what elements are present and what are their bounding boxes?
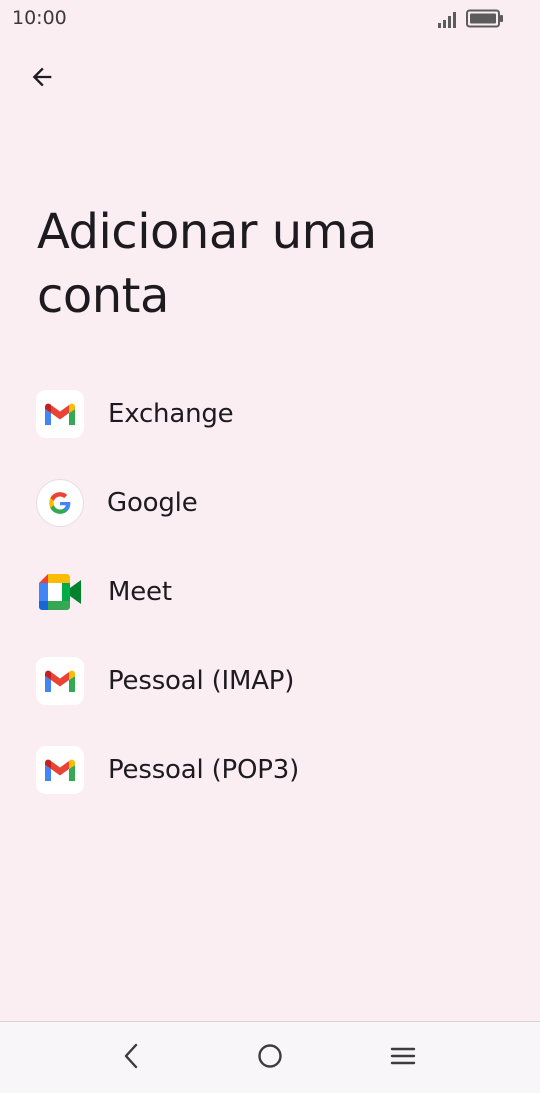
arrow-back-icon [28, 63, 56, 96]
battery-icon [466, 9, 504, 34]
account-item-label: Google [107, 487, 198, 518]
gmail-icon [36, 656, 84, 705]
signal-icon [437, 10, 459, 33]
gmail-icon [36, 745, 84, 794]
status-time: 10:00 [12, 7, 67, 29]
account-item-label: Meet [108, 576, 172, 607]
status-bar: 10:00 [0, 0, 540, 38]
page-title: Adicionar uma conta [37, 204, 377, 324]
navigation-bar [0, 1021, 540, 1093]
nav-home-button[interactable] [248, 1036, 292, 1080]
nav-back-icon [120, 1042, 144, 1075]
meet-icon [36, 568, 84, 616]
nav-home-icon [256, 1042, 284, 1075]
account-item-meet[interactable]: Meet [0, 547, 540, 636]
google-icon [37, 479, 83, 526]
account-list: Exchange Google Meet Pessoal (IMAP) Pess… [0, 369, 540, 814]
nav-back-button[interactable] [110, 1036, 154, 1080]
account-item-label: Pessoal (IMAP) [108, 665, 295, 696]
nav-menu-icon [390, 1045, 416, 1072]
account-item-exchange[interactable]: Exchange [0, 369, 540, 458]
back-button[interactable] [20, 57, 64, 101]
gmail-icon [36, 389, 84, 438]
nav-menu-button[interactable] [381, 1036, 425, 1080]
account-item-google[interactable]: Google [0, 458, 540, 547]
account-item-label: Exchange [108, 398, 234, 429]
account-item-imap[interactable]: Pessoal (IMAP) [0, 636, 540, 725]
account-item-label: Pessoal (POP3) [108, 754, 300, 785]
account-item-pop3[interactable]: Pessoal (POP3) [0, 725, 540, 814]
